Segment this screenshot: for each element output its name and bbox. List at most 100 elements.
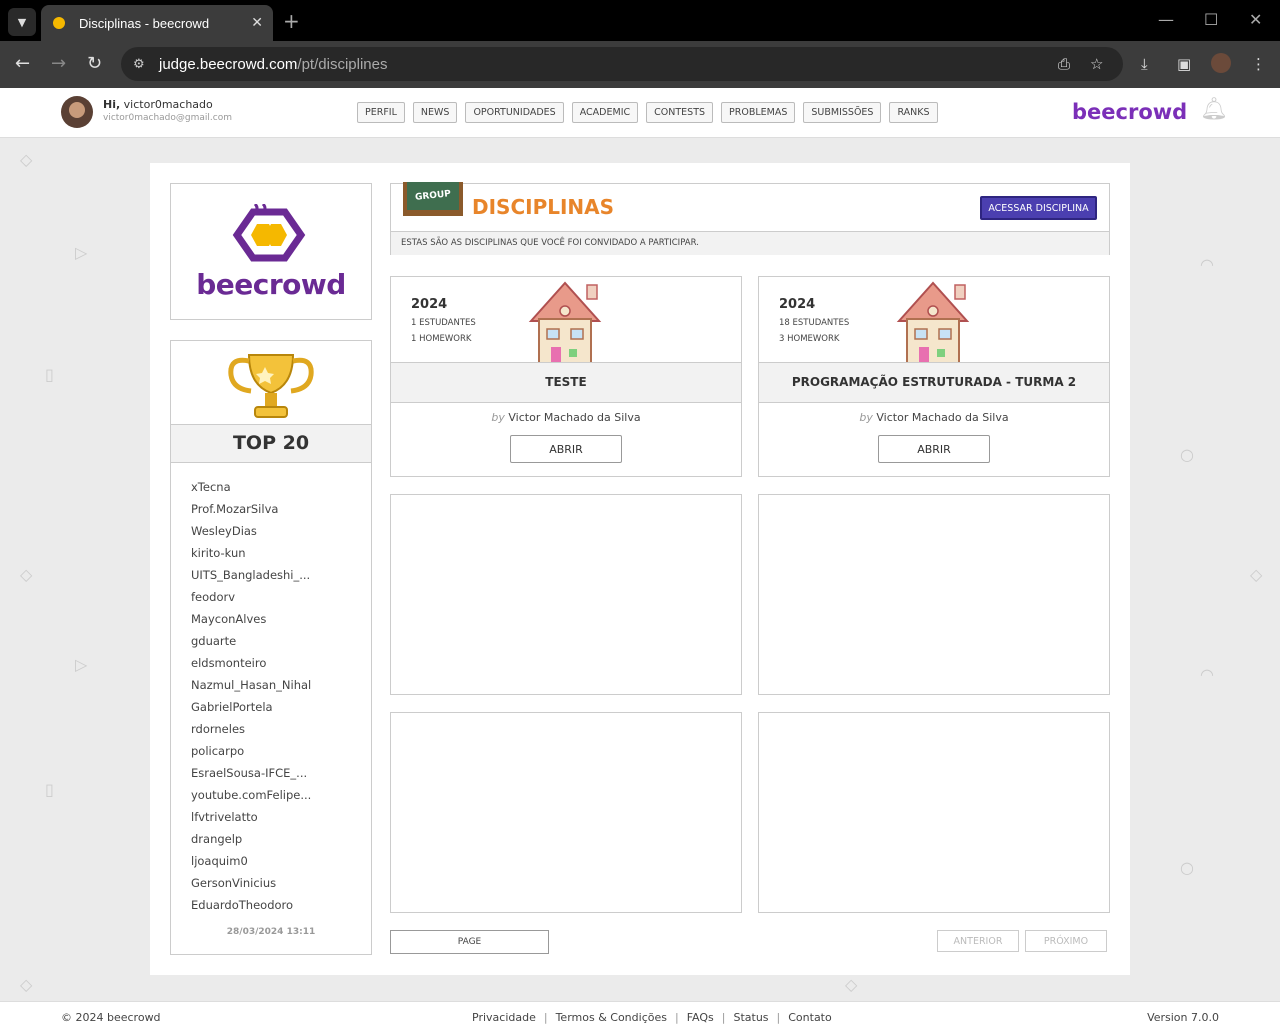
house-icon [528,281,602,363]
address-bar[interactable]: ⚙ judge.beecrowd.com/pt/disciplines ⎙ ☆ [121,47,1123,81]
new-tab-icon[interactable]: + [283,9,300,33]
close-tab-icon[interactable]: ✕ [251,15,263,31]
top20-title: TOP 20 [171,424,371,463]
previous-button[interactable]: ANTERIOR [937,930,1019,952]
nav-oportunidades[interactable]: OPORTUNIDADES [465,102,564,123]
decor-bar-icon: ▯ [45,365,54,384]
favicon-icon [53,17,65,29]
decor-diamond-icon: ◇ [20,565,33,584]
decor-diamond-icon: ◇ [20,975,33,994]
decor-circle-icon: ○ [1180,445,1194,464]
nav-contests[interactable]: CONTESTS [646,102,714,123]
download-icon[interactable]: ⤓ [1141,55,1148,73]
sidebar-logo[interactable]: beecrowd [170,183,372,320]
footer-link-contact[interactable]: Contato [788,1011,831,1024]
decor-triangle-icon: ▷ [75,655,88,674]
next-button[interactable]: PRÓXIMO [1025,930,1107,952]
ranking-item[interactable]: drangelp [191,832,351,854]
reload-icon[interactable]: ↻ [87,53,102,74]
sidebar-logo-text: beecrowd [196,268,346,301]
decor-circle-icon: ○ [1180,858,1194,877]
discipline-card: 2024 1 ESTUDANTES 1 HOMEWORK TESTE by Vi… [390,276,742,477]
house-icon [896,281,970,363]
ranking-item[interactable]: WesleyDias [191,524,351,546]
nav-perfil[interactable]: PERFIL [357,102,405,123]
browser-tab[interactable]: Disciplinas - beecrowd ✕ [41,5,273,41]
ranking-item[interactable]: rdorneles [191,722,351,744]
ranking-list: xTecna Prof.MozarSilva WesleyDias kirito… [191,480,351,920]
page-title: DISCIPLINAS [472,195,615,219]
browser-tabbar: ▼ Disciplinas - beecrowd ✕ + — ☐ ✕ [0,0,1280,41]
site-header: Hi, victor0machado victor0machado@gmail.… [0,88,1280,138]
nav-academic[interactable]: ACADEMIC [571,102,639,123]
card-students: 18 ESTUDANTES [779,318,850,328]
ranking-item[interactable]: youtube.comFelipe... [191,788,351,810]
top20-panel: TOP 20 xTecna Prof.MozarSilva WesleyDias… [170,340,372,955]
beecrowd-logo-icon [232,204,306,262]
ranking-item[interactable]: UITS_Bangladeshi_... [191,568,351,590]
ranking-item[interactable]: GabrielPortela [191,700,351,722]
main-container: beecrowd TOP 20 xTecna Prof.MozarSilva W… [150,163,1130,975]
side-panel-icon[interactable]: ▣ [1177,55,1191,73]
ranking-item[interactable]: ljoaquim0 [191,854,351,876]
access-discipline-button[interactable]: ACESSAR DISCIPLINA [980,196,1097,220]
empty-card [758,494,1110,695]
trophy-icon [228,354,314,418]
footer-link-status[interactable]: Status [733,1011,768,1024]
footer-link-faqs[interactable]: FAQs [687,1011,714,1024]
footer-link-privacy[interactable]: Privacidade [472,1011,536,1024]
ranking-item[interactable]: kirito-kun [191,546,351,568]
ranking-item[interactable]: EsraelSousa-IFCE_... [191,766,351,788]
install-app-icon[interactable]: ⎙ [1058,55,1070,73]
url-path: /pt/disciplines [297,55,388,73]
ranking-item[interactable]: policarpo [191,744,351,766]
profile-avatar[interactable] [1211,53,1231,73]
copyright: © 2024 beecrowd [61,1011,161,1024]
card-title[interactable]: PROGRAMAÇÃO ESTRUTURADA - TURMA 2 [759,362,1109,403]
footer-link-terms[interactable]: Termos & Condições [556,1011,667,1024]
user-email: victor0machado@gmail.com [103,113,232,123]
card-year: 2024 [779,297,816,312]
open-button[interactable]: ABRIR [878,435,990,463]
site-info-icon[interactable]: ⚙ [133,57,153,72]
ranking-updated-at: 28/03/2024 13:11 [226,927,316,937]
ranking-item[interactable]: xTecna [191,480,351,502]
tab-search-icon[interactable]: ▼ [8,8,36,36]
ranking-item[interactable]: MayconAlves [191,612,351,634]
bell-icon[interactable]: 🔔︎ [1200,97,1228,122]
page-button[interactable]: PAGE [390,930,549,954]
nav-submissoes[interactable]: SUBMISSÕES [803,102,882,123]
ranking-item[interactable]: gduarte [191,634,351,656]
url-host: judge.beecrowd.com [159,55,298,73]
card-year: 2024 [411,297,448,312]
menu-icon[interactable]: ⋮ [1251,55,1266,73]
card-author: by Victor Machado da Silva [491,411,641,424]
avatar[interactable] [61,96,93,128]
decor-arc-icon: ◠ [1200,255,1214,274]
ranking-item[interactable]: GersonVinicius [191,876,351,898]
maximize-icon[interactable]: ☐ [1204,10,1218,29]
back-icon[interactable]: ← [15,53,30,74]
ranking-item[interactable]: eldsmonteiro [191,656,351,678]
close-window-icon[interactable]: ✕ [1249,10,1262,29]
ranking-item[interactable]: Prof.MozarSilva [191,502,351,524]
nav-problemas[interactable]: PROBLEMAS [721,102,796,123]
ranking-item[interactable]: Nazmul_Hasan_Nihal [191,678,351,700]
ranking-item[interactable]: EduardoTheodoro [191,898,351,920]
forward-icon[interactable]: → [51,53,66,74]
username: victor0machado [123,98,213,111]
decor-diamond-icon: ◇ [1250,565,1263,584]
ranking-item[interactable]: feodorv [191,590,351,612]
brand-logo[interactable]: beecrowd [1072,100,1187,124]
greeting: Hi, victor0machado [103,98,213,111]
open-button[interactable]: ABRIR [510,435,622,463]
card-title[interactable]: TESTE [391,362,741,403]
disciplines-subtitle: ESTAS SÃO AS DISCIPLINAS QUE VOCÊ FOI CO… [391,231,1109,255]
ranking-item[interactable]: lfvtrivelatto [191,810,351,832]
nav-news[interactable]: NEWS [412,102,458,123]
decor-arc-icon: ◠ [1200,665,1214,684]
minimize-icon[interactable]: — [1158,10,1174,29]
bookmark-star-icon[interactable]: ☆ [1090,55,1103,73]
card-author: by Victor Machado da Silva [859,411,1009,424]
nav-ranks[interactable]: RANKS [889,102,938,123]
